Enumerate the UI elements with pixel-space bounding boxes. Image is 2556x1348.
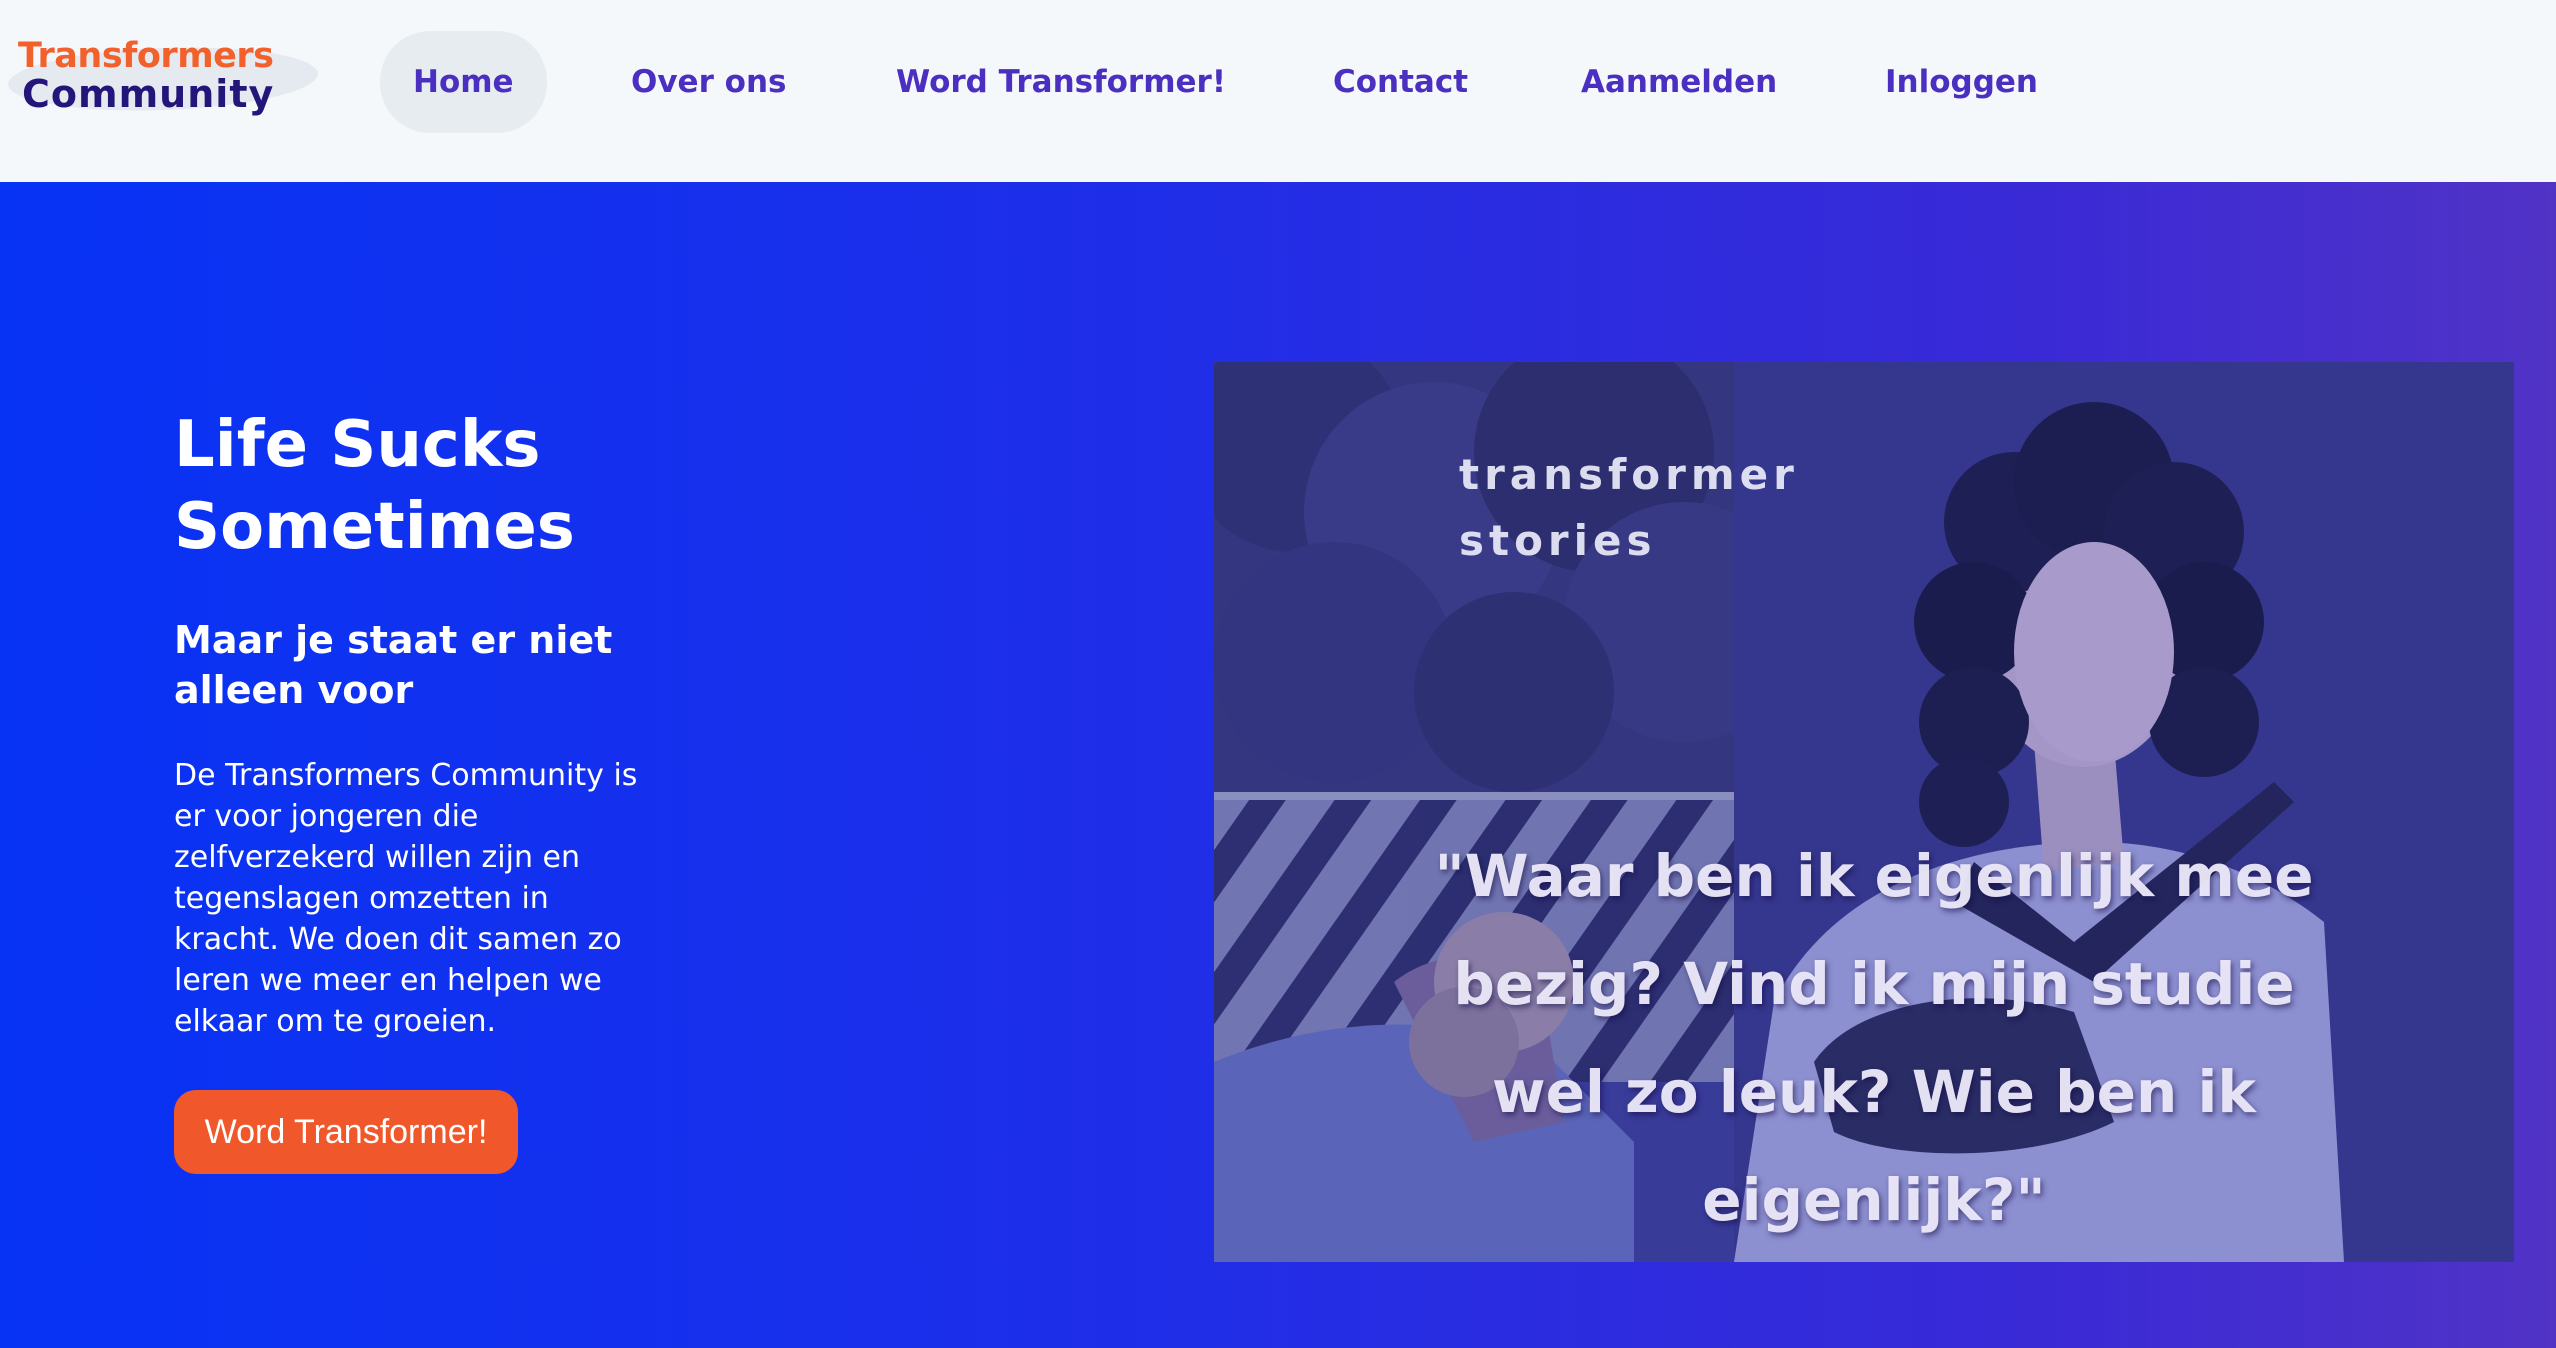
hero-subtitle: Maar je staat er niet alleen voor xyxy=(174,618,613,712)
hero-section: Life Sucks Sometimes Maar je staat er ni… xyxy=(0,182,2556,1348)
nav-link-aanmelden[interactable]: Aanmelden xyxy=(1581,31,1777,133)
nav-link-over-ons[interactable]: Over ons xyxy=(631,31,786,133)
nav-link-word-transformer[interactable]: Word Transformer! xyxy=(896,31,1226,133)
logo-text-bottom: Community xyxy=(22,72,275,116)
word-transformer-button[interactable]: Word Transformer! xyxy=(174,1090,518,1174)
logo-text-top: Transformers xyxy=(18,36,274,76)
site-header: Transformers Community Home Over ons Wor… xyxy=(0,0,2556,182)
hero-title: Life Sucks Sometimes xyxy=(174,408,575,564)
story-label: transformer stories xyxy=(1459,450,1799,565)
transformer-stories-image: transformer stories "Waar ben ik eigenli… xyxy=(1214,362,2514,1262)
nav-link-home[interactable]: Home xyxy=(380,31,547,133)
nav-link-inloggen[interactable]: Inloggen xyxy=(1885,31,2038,133)
story-quote: "Waar ben ik eigenlijk mee bezig? Vind i… xyxy=(1434,842,2314,1234)
brand-logo[interactable]: Transformers Community xyxy=(7,32,319,122)
nav-link-contact[interactable]: Contact xyxy=(1333,31,1468,133)
hero-description: De Transformers Community is er voor jon… xyxy=(174,758,638,1039)
